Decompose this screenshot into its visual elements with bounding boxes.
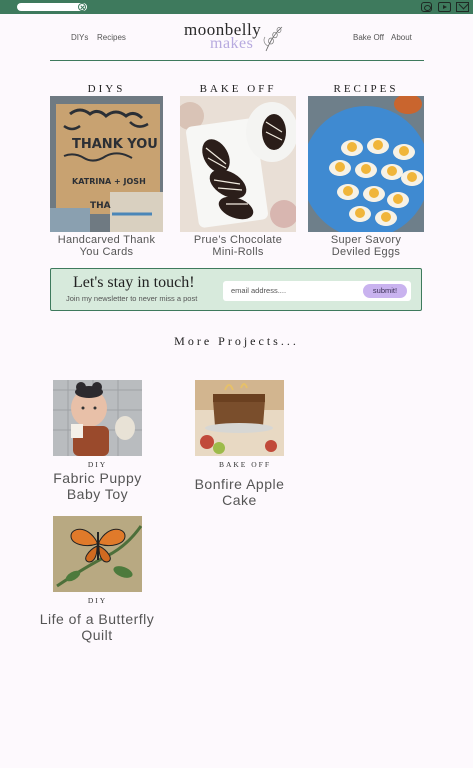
- lily-sprig-icon: [263, 26, 283, 52]
- email-field[interactable]: email address.... submit!: [223, 281, 411, 301]
- project-category: DIY: [87, 460, 108, 469]
- nav-recipes[interactable]: Recipes: [97, 33, 126, 42]
- featured-heading-recipes[interactable]: RECIPES: [308, 83, 424, 95]
- svg-text:KATRINA + JOSH: KATRINA + JOSH: [72, 177, 146, 186]
- project-title-bonfire-apple-cake[interactable]: Bonfire Apple Cake: [182, 476, 297, 508]
- featured-caption-bake-off[interactable]: Prue’s Chocolate Mini-Rolls: [180, 234, 296, 258]
- caption-line: You Cards: [79, 246, 134, 258]
- featured-image-deviled-eggs[interactable]: [308, 96, 424, 232]
- project-image-fabric-puppy[interactable]: [53, 380, 142, 456]
- featured-heading-diys[interactable]: DIYS: [50, 83, 163, 95]
- newsletter-subtitle: Join my newsletter to never miss a post: [66, 294, 198, 303]
- instagram-icon[interactable]: [421, 2, 432, 12]
- title-line: Quilt: [81, 627, 113, 643]
- email-placeholder: email address....: [231, 286, 287, 295]
- title-line: Cake: [222, 492, 257, 508]
- caption-line: Deviled Eggs: [331, 246, 401, 258]
- featured-caption-recipes[interactable]: Super Savory Deviled Eggs: [308, 234, 424, 258]
- nav-about[interactable]: About: [391, 33, 412, 42]
- submit-button[interactable]: submit!: [363, 284, 407, 298]
- project-image-butterfly-quilt[interactable]: [53, 516, 142, 592]
- svg-text:THA: THA: [90, 201, 111, 211]
- caption-line: Mini-Rolls: [212, 246, 264, 258]
- logo-line2: makes: [210, 35, 254, 52]
- featured-image-chocolate-mini-rolls[interactable]: [180, 96, 296, 232]
- youtube-icon[interactable]: [438, 2, 451, 12]
- nav-bake-off[interactable]: Bake Off: [353, 33, 384, 42]
- featured-image-thank-you-cards[interactable]: THANK YOU KATRINA + JOSH THA: [50, 96, 163, 232]
- title-line: Life of a Butterfly: [39, 611, 155, 627]
- featured-caption-diys[interactable]: Handcarved Thank You Cards: [50, 234, 163, 258]
- caption-line: Super Savory: [330, 234, 402, 246]
- newsletter-title: Let's stay in touch!: [73, 274, 195, 291]
- title-line: Bonfire Apple: [194, 476, 285, 492]
- mail-icon[interactable]: [456, 2, 469, 12]
- project-category: DIY: [87, 596, 108, 605]
- newsletter-box: Let's stay in touch! Join my newsletter …: [50, 268, 422, 311]
- search-clear-icon[interactable]: [78, 3, 86, 11]
- header-divider: [50, 60, 424, 61]
- search-input[interactable]: [17, 3, 87, 11]
- project-title-fabric-puppy[interactable]: Fabric Puppy Baby Toy: [40, 470, 155, 502]
- title-line: Baby Toy: [66, 486, 129, 502]
- project-category: BAKE OFF: [218, 460, 272, 469]
- caption-line: Handcarved Thank: [57, 234, 156, 246]
- caption-line: Prue’s Chocolate: [193, 234, 283, 246]
- nav-diys[interactable]: DIYs: [71, 33, 88, 42]
- more-projects-heading: More Projects...: [174, 334, 299, 348]
- top-bar: [0, 0, 473, 14]
- project-title-butterfly-quilt[interactable]: Life of a Butterfly Quilt: [28, 611, 166, 643]
- title-line: Fabric Puppy: [53, 470, 142, 486]
- featured-heading-bake-off[interactable]: BAKE OFF: [180, 83, 296, 95]
- svg-text:THANK YOU: THANK YOU: [72, 137, 158, 152]
- project-image-bonfire-apple-cake[interactable]: [195, 380, 284, 456]
